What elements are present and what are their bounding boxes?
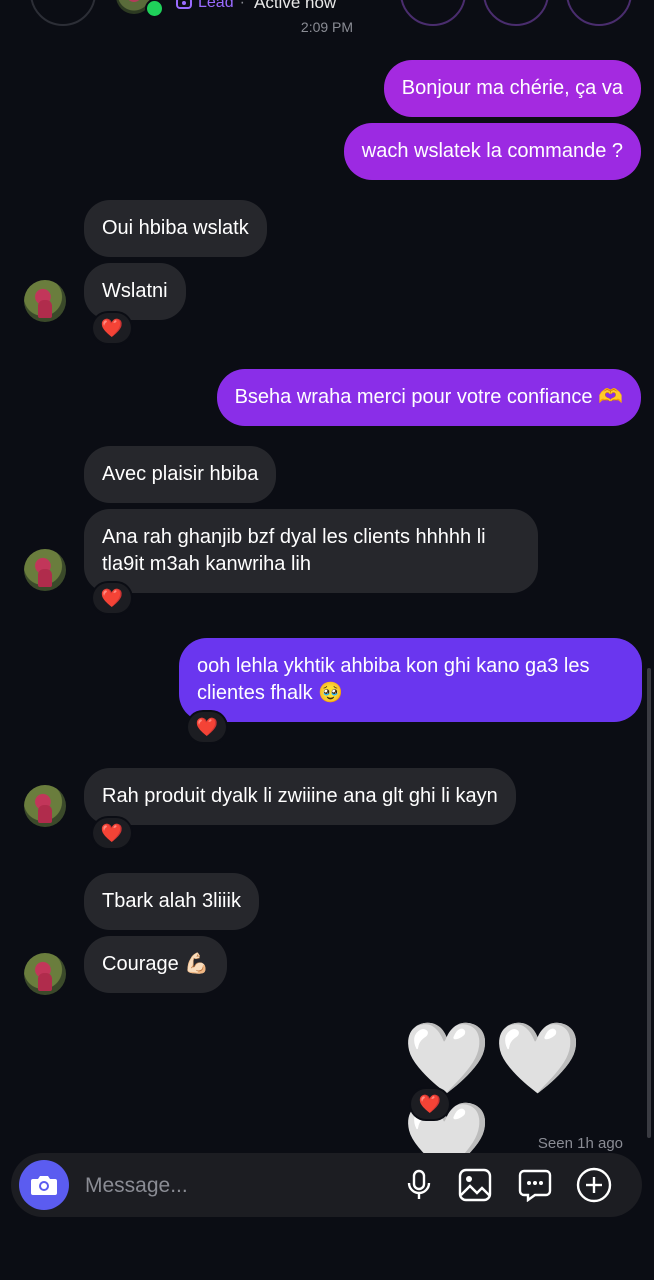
message-text-line: ooh lehla ykhtik ahbiba kon ghi kano ga3…: [197, 655, 590, 677]
reaction-badge[interactable]: ❤️: [409, 1087, 451, 1121]
message-bubble-incoming[interactable]: Courage 💪🏻: [84, 936, 228, 993]
active-status: Active now: [254, 0, 337, 12]
message-bubble-incoming[interactable]: Wslatni: [84, 263, 186, 320]
seen-status: Seen 1h ago: [537, 1135, 623, 1152]
camera-icon: [31, 1176, 57, 1195]
reaction-badge[interactable]: ❤️: [91, 311, 133, 345]
reaction-badge[interactable]: ❤️: [186, 710, 228, 744]
heart-reaction-icon: ❤️: [100, 317, 124, 338]
microphone-icon: [407, 1169, 431, 1199]
message-bubble-incoming[interactable]: Ana rah ghanjib bzf dyal les clients hhh…: [84, 509, 538, 593]
reaction-badge[interactable]: ❤️: [91, 816, 133, 850]
message-text: Avec plaisir hbiba: [102, 463, 259, 485]
message-text: Bonjour ma chérie, ça va: [401, 77, 623, 99]
message-bubble-outgoing[interactable]: wach wslatek la commande ?: [343, 123, 641, 180]
message-bubble-outgoing[interactable]: ooh lehla ykhtik ahbiba kon ghi kano ga3…: [179, 638, 642, 722]
sticker-icon: [518, 1169, 552, 1202]
status-separator: ·: [239, 0, 245, 11]
sender-avatar[interactable]: [24, 953, 66, 995]
gallery-button[interactable]: [457, 1167, 493, 1203]
message-bubble-incoming[interactable]: Tbark alah 3liiik: [84, 873, 259, 930]
message-text-line: Ana rah ghanjib bzf dyal les clients hhh…: [102, 526, 486, 548]
sender-avatar[interactable]: [24, 280, 66, 322]
sticker-button[interactable]: [517, 1167, 553, 1203]
message-bubble-incoming[interactable]: Rah produit dyalk li zwiiine ana glt ghi…: [84, 768, 516, 825]
message-bubble-outgoing[interactable]: Bonjour ma chérie, ça va: [383, 60, 641, 117]
message-input[interactable]: [83, 1171, 387, 1201]
message-text: Wslatni: [102, 280, 168, 302]
message-bubble-incoming[interactable]: Avec plaisir hbiba: [84, 446, 277, 503]
reaction-badge[interactable]: ❤️: [91, 581, 133, 615]
message-text: Oui hbiba wslatk: [102, 217, 249, 239]
sender-avatar[interactable]: [24, 549, 66, 591]
heart-reaction-icon: ❤️: [418, 1093, 442, 1114]
lead-icon: [176, 0, 192, 9]
heart-reaction-icon: ❤️: [195, 716, 219, 737]
scrollbar[interactable]: [647, 668, 651, 1138]
message-text: Courage 💪🏻: [102, 953, 210, 975]
message-text: Bseha wraha merci pour votre confiance 🫶: [234, 386, 623, 408]
online-indicator: [145, 0, 164, 18]
heart-reaction-icon: ❤️: [100, 587, 124, 608]
message-text: wach wslatek la commande ?: [361, 140, 623, 162]
message-bubble-incoming[interactable]: Oui hbiba wslatk: [84, 200, 267, 257]
add-button[interactable]: [576, 1167, 612, 1203]
add-icon: [576, 1167, 612, 1203]
message-composer: [11, 1153, 642, 1217]
lead-label: Lead: [198, 0, 234, 11]
gallery-icon: [458, 1168, 492, 1202]
message-text: Tbark alah 3liiik: [102, 890, 241, 912]
message-text: Rah produit dyalk li zwiiine ana glt ghi…: [102, 785, 498, 807]
message-text-line: tla9it m3ah kanwriha lih: [102, 553, 311, 575]
heart-reaction-icon: ❤️: [100, 822, 124, 843]
message-bubble-outgoing[interactable]: Bseha wraha merci pour votre confiance 🫶: [216, 369, 641, 426]
camera-button[interactable]: [19, 1160, 69, 1210]
message-text-line: clientes fhalk 🥹: [197, 682, 344, 704]
message-timestamp: 2:09 PM: [300, 19, 354, 35]
lead-badge: Lead ·: [176, 0, 245, 12]
microphone-button[interactable]: [401, 1167, 437, 1203]
sender-avatar[interactable]: [24, 785, 66, 827]
